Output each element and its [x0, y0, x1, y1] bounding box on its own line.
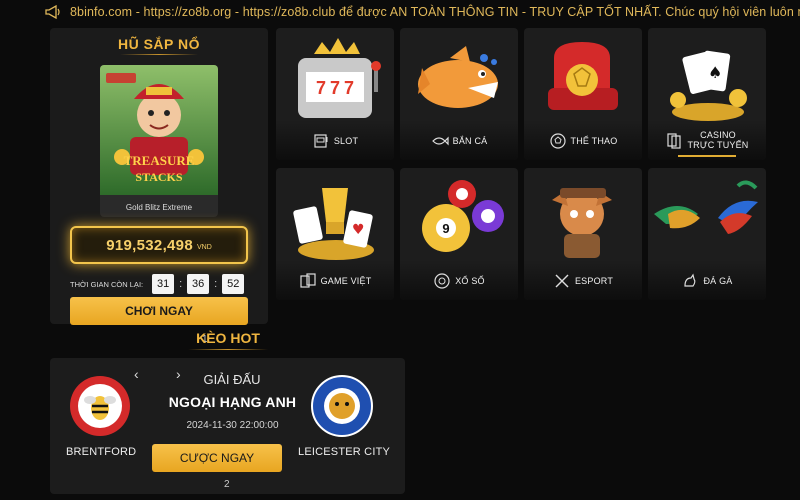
league-name: NGOẠI HẠNG ANH — [168, 394, 297, 410]
playing-cards-icon — [299, 273, 316, 288]
tile-label: ESPORT — [524, 272, 642, 290]
tile-label: CASINO TRỰC TUYẾN — [648, 130, 766, 150]
slot-machine-icon — [314, 134, 328, 148]
tile-label: SLOT — [276, 132, 394, 150]
game-tile-casino[interactable]: ♠ CASINO TRỰC TUYẾN — [648, 28, 766, 160]
pagination-indicator[interactable]: 2 — [224, 479, 230, 490]
megaphone-icon — [45, 4, 60, 20]
svg-text:7: 7 — [316, 78, 326, 98]
tile-label-text: GAME VIỆT — [320, 276, 372, 286]
svg-text:9: 9 — [442, 221, 449, 236]
jackpot-timer: THỜI GIAN CÒN LẠI: 31 : 36 : 52 — [70, 273, 250, 295]
home-team-name: BRENTFORD — [66, 446, 137, 458]
jackpot-unit: VND — [196, 243, 212, 251]
svg-text:♠: ♠ — [708, 63, 722, 82]
jackpot-panel: HŨ SẮP NỔ TREASURE STACKS Gold Blitz Ext… — [50, 28, 268, 345]
title-divider — [120, 54, 198, 55]
jackpot-game-card[interactable]: TREASURE STACKS Gold Blitz Extreme — [100, 65, 218, 217]
jackpot-amount-box: 919,532,498 VND — [70, 226, 248, 264]
rooster-art — [654, 180, 758, 234]
next-arrow-icon[interactable]: › — [176, 366, 181, 382]
tile-label-text: ĐÁ GÀ — [703, 276, 733, 286]
game-tile-esport[interactable]: ESPORT — [524, 168, 642, 300]
tile-label-line2: TRỰC TUYẾN — [687, 140, 749, 150]
jackpot-title: HŨ SẮP NỔ — [117, 36, 201, 52]
bet-now-button[interactable]: CƯỢC NGAY — [152, 444, 282, 472]
soccer-ball-icon — [549, 133, 566, 149]
tile-label-text: THỂ THAO — [570, 136, 618, 146]
crossed-swords-icon — [555, 274, 569, 288]
game-tile-the-thao[interactable]: THỂ THAO — [524, 28, 642, 160]
announcement-marquee: 8binfo.com - https://zo8b.org - https://… — [0, 0, 800, 24]
casino-cards-art: ♠ — [670, 50, 747, 121]
sport-chair-art — [548, 42, 618, 110]
slot-machine-art: 7 7 7 — [298, 38, 381, 118]
hot-match-card: ‹ › BRENTFORD GIẢI ĐẤU NGOẠI HẠNG ANH 20… — [50, 358, 405, 494]
leicester-crest-icon — [311, 375, 373, 437]
tile-label-text: SLOT — [333, 136, 359, 146]
tile-label: BẮN CÁ — [400, 132, 518, 150]
tile-label-text: CASINO TRỰC TUYẾN — [687, 130, 748, 150]
announcement-text: 8binfo.com - https://zo8b.org - https://… — [70, 5, 800, 19]
game-viet-art: ♥ — [293, 188, 374, 260]
away-team-name: LEICESTER CITY — [298, 446, 391, 458]
timer-label: THỜI GIAN CÒN LẠI: — [70, 279, 144, 289]
lottery-balls-art: 9 — [422, 180, 504, 252]
timer-seconds: 52 — [222, 274, 245, 294]
play-now-button[interactable]: CHƠI NGAY — [70, 297, 248, 325]
tile-label-text: ESPORT — [574, 276, 614, 286]
fish-art — [418, 46, 498, 108]
timer-separator: : — [179, 278, 183, 290]
game-tile-slot[interactable]: 7 7 7 SLOT — [276, 28, 394, 160]
timer-minutes: 36 — [187, 274, 210, 294]
esport-character-art — [552, 188, 612, 258]
match-time: 2024-11-30 22:00:00 — [186, 420, 279, 431]
lottery-ball-icon — [434, 273, 450, 289]
art-text-treasure: TREASURE — [124, 153, 195, 168]
svg-text:7: 7 — [344, 78, 354, 98]
page: 8binfo.com - https://zo8b.org - https://… — [0, 0, 800, 500]
tile-label: GAME VIỆT — [276, 272, 394, 290]
tile-label-line1: CASINO — [700, 130, 736, 140]
treasure-stacks-art: TREASURE STACKS — [100, 65, 218, 195]
title-divider — [188, 349, 268, 350]
league-label: GIẢI ĐẤU — [203, 372, 261, 387]
game-tile-da-ga[interactable]: ĐÁ GÀ — [648, 168, 766, 300]
game-tile-ban-ca[interactable]: BẮN CÁ — [400, 28, 518, 160]
game-tile-xo-so[interactable]: 9 XỔ SỐ — [400, 168, 518, 300]
tile-label: ĐÁ GÀ — [648, 272, 766, 290]
active-underline — [678, 155, 736, 157]
cards-icon — [667, 133, 682, 149]
tile-label: XỔ SỐ — [400, 272, 518, 290]
jackpot-game-name: Gold Blitz Extreme — [125, 203, 193, 212]
rooster-icon — [684, 273, 696, 287]
tile-label: THỂ THAO — [524, 132, 642, 150]
tile-label-text: XỔ SỐ — [455, 276, 485, 286]
timer-separator: : — [214, 278, 218, 290]
svg-text:♥: ♥ — [352, 222, 365, 238]
brentford-crest-icon — [70, 376, 130, 436]
keo-hot-title: KÈO HOT — [196, 330, 260, 346]
timer-hours: 31 — [152, 274, 175, 294]
game-tile-game-viet[interactable]: ♥ GAME VIỆT — [276, 168, 394, 300]
prev-arrow-icon[interactable]: ‹ — [134, 366, 139, 382]
tile-label-text: BẮN CÁ — [452, 136, 488, 146]
jackpot-amount: 919,532,498 — [106, 236, 193, 254]
art-text-stacks: STACKS — [135, 170, 182, 184]
svg-text:7: 7 — [330, 78, 340, 98]
fish-icon — [431, 136, 449, 146]
